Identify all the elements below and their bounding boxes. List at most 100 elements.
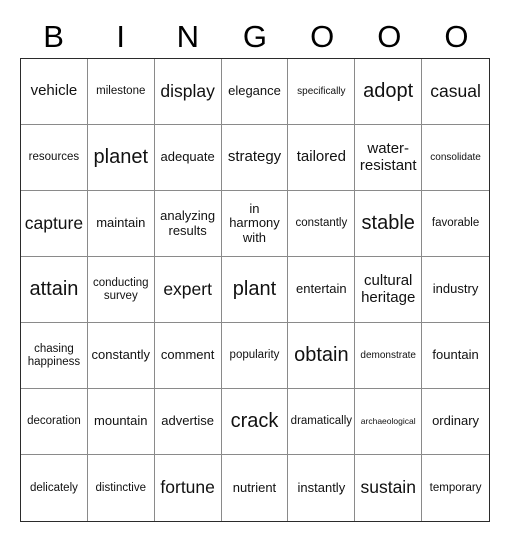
bingo-header-letter-6: O: [444, 19, 469, 54]
bingo-cell-label: instantly: [297, 479, 346, 495]
bingo-cell[interactable]: cultural heritage: [355, 257, 423, 323]
bingo-cell[interactable]: advertise: [154, 389, 222, 455]
bingo-cell-label: comment: [160, 347, 215, 363]
bingo-cell-label: planet: [93, 146, 149, 169]
bingo-cell-label: tailored: [296, 148, 346, 166]
bingo-cell-label: capture: [24, 212, 84, 233]
bingo-cell-label: industry: [432, 281, 479, 297]
bingo-cell-label: milestone: [96, 85, 146, 98]
bingo-cell-label: adopt: [363, 80, 414, 103]
bingo-cell[interactable]: expert: [154, 257, 222, 323]
bingo-cell[interactable]: industry: [422, 257, 489, 323]
bingo-cell[interactable]: analyzing results: [154, 191, 222, 257]
bingo-cell[interactable]: constantly: [288, 191, 356, 257]
bingo-cell-label: resources: [28, 151, 80, 164]
bingo-cell-label: temporary: [429, 481, 482, 494]
bingo-cell[interactable]: fortune: [154, 455, 222, 521]
bingo-cell[interactable]: constantly: [87, 323, 155, 389]
bingo-cell[interactable]: adequate: [154, 125, 222, 191]
bingo-cell-label: constantly: [91, 347, 151, 363]
bingo-cell[interactable]: temporary: [422, 455, 489, 521]
bingo-cell[interactable]: maintain: [87, 191, 155, 257]
bingo-cell-label: nutrient: [232, 479, 277, 495]
bingo-cell[interactable]: obtain: [288, 323, 356, 389]
bingo-cell[interactable]: delicately: [21, 455, 88, 521]
bingo-cell-label: mountain: [94, 413, 148, 429]
bingo-cell[interactable]: dramatically: [288, 389, 356, 455]
bingo-grid: vehicle milestone display elegance specifica…: [20, 58, 490, 522]
bingo-cell-label: archaeological: [360, 415, 416, 426]
bingo-cell-label: stable: [361, 212, 415, 235]
bingo-cell[interactable]: conducting survey: [87, 257, 155, 323]
bingo-cell[interactable]: adopt: [355, 59, 423, 125]
bingo-cell[interactable]: favorable: [422, 191, 489, 257]
bingo-cell[interactable]: stable: [355, 191, 423, 257]
bingo-cell[interactable]: archaeological: [355, 389, 423, 455]
bingo-header: BINGOOO: [20, 16, 490, 58]
bingo-cell[interactable]: planet: [87, 125, 155, 191]
bingo-cell-label: cultural heritage: [361, 271, 416, 306]
bingo-cell-label: fountain: [432, 347, 479, 363]
bingo-cell-label: obtain: [294, 344, 349, 367]
bingo-cell-label: delicately: [29, 481, 78, 494]
bingo-cell-label: analyzing results: [160, 207, 216, 238]
bingo-cell-label: specifically: [297, 85, 346, 97]
bingo-cell[interactable]: comment: [154, 323, 222, 389]
bingo-cell-label: advertise: [161, 413, 214, 429]
bingo-cell-label: plant: [232, 278, 277, 301]
bingo-cell-label: adequate: [160, 149, 215, 165]
bingo-cell-label: crack: [230, 410, 279, 433]
bingo-header-letter-4: O: [310, 19, 335, 54]
bingo-cell[interactable]: tailored: [288, 125, 356, 191]
bingo-cell-label: distinctive: [95, 481, 147, 494]
bingo-cell-label: in harmony with: [229, 200, 280, 245]
bingo-cell-label: maintain: [96, 215, 146, 231]
bingo-cell-label: casual: [430, 80, 481, 101]
bingo-cell[interactable]: instantly: [288, 455, 356, 521]
bingo-cell[interactable]: milestone: [87, 59, 155, 125]
bingo-cell-label: chasing happiness: [27, 342, 81, 368]
bingo-header-letter-3: G: [242, 19, 268, 54]
bingo-cell-label: favorable: [431, 217, 480, 230]
bingo-header-letter-2: N: [176, 19, 200, 54]
bingo-cell[interactable]: resources: [21, 125, 88, 191]
bingo-cell-label: elegance: [228, 83, 281, 99]
bingo-cell[interactable]: nutrient: [221, 455, 289, 521]
bingo-header-letter-0: B: [43, 19, 64, 54]
bingo-cell[interactable]: casual: [422, 59, 489, 125]
bingo-cell[interactable]: vehicle: [21, 59, 88, 125]
bingo-cell[interactable]: sustain: [355, 455, 423, 521]
bingo-header-letter-5: O: [377, 19, 402, 54]
bingo-cell[interactable]: popularity: [221, 323, 289, 389]
bingo-cell-label: expert: [163, 278, 212, 299]
bingo-cell[interactable]: fountain: [422, 323, 489, 389]
bingo-cell[interactable]: strategy: [221, 125, 289, 191]
bingo-cell-label: attain: [29, 278, 79, 301]
bingo-cell[interactable]: water-resistant: [355, 125, 423, 191]
bingo-cell[interactable]: ordinary: [422, 389, 489, 455]
bingo-cell-label: decoration: [27, 415, 81, 428]
bingo-cell[interactable]: consolidate: [422, 125, 489, 191]
bingo-cell[interactable]: mountain: [87, 389, 155, 455]
bingo-cell[interactable]: in harmony with: [221, 191, 289, 257]
bingo-cell[interactable]: display: [154, 59, 222, 125]
bingo-cell[interactable]: capture: [21, 191, 88, 257]
bingo-cell[interactable]: plant: [221, 257, 289, 323]
bingo-cell[interactable]: distinctive: [87, 455, 155, 521]
bingo-cell[interactable]: attain: [21, 257, 88, 323]
bingo-cell[interactable]: specifically: [288, 59, 356, 125]
bingo-cell-label: conducting survey: [92, 276, 149, 302]
bingo-cell[interactable]: demonstrate: [355, 323, 423, 389]
bingo-cell-label: ordinary: [432, 413, 480, 429]
bingo-cell-label: water-resistant: [359, 139, 417, 174]
bingo-cell[interactable]: decoration: [21, 389, 88, 455]
bingo-cell[interactable]: chasing happiness: [21, 323, 88, 389]
bingo-cell-label: fortune: [160, 477, 215, 498]
bingo-cell[interactable]: crack: [221, 389, 289, 455]
bingo-cell-label: popularity: [229, 349, 280, 362]
bingo-cell[interactable]: elegance: [221, 59, 289, 125]
bingo-cell-label: sustain: [360, 477, 416, 498]
bingo-cell[interactable]: entertain: [288, 257, 356, 323]
bingo-cell-label: constantly: [295, 217, 348, 230]
bingo-card: B I N G O O O vehicle milestone display elegance s…: [0, 0, 511, 544]
